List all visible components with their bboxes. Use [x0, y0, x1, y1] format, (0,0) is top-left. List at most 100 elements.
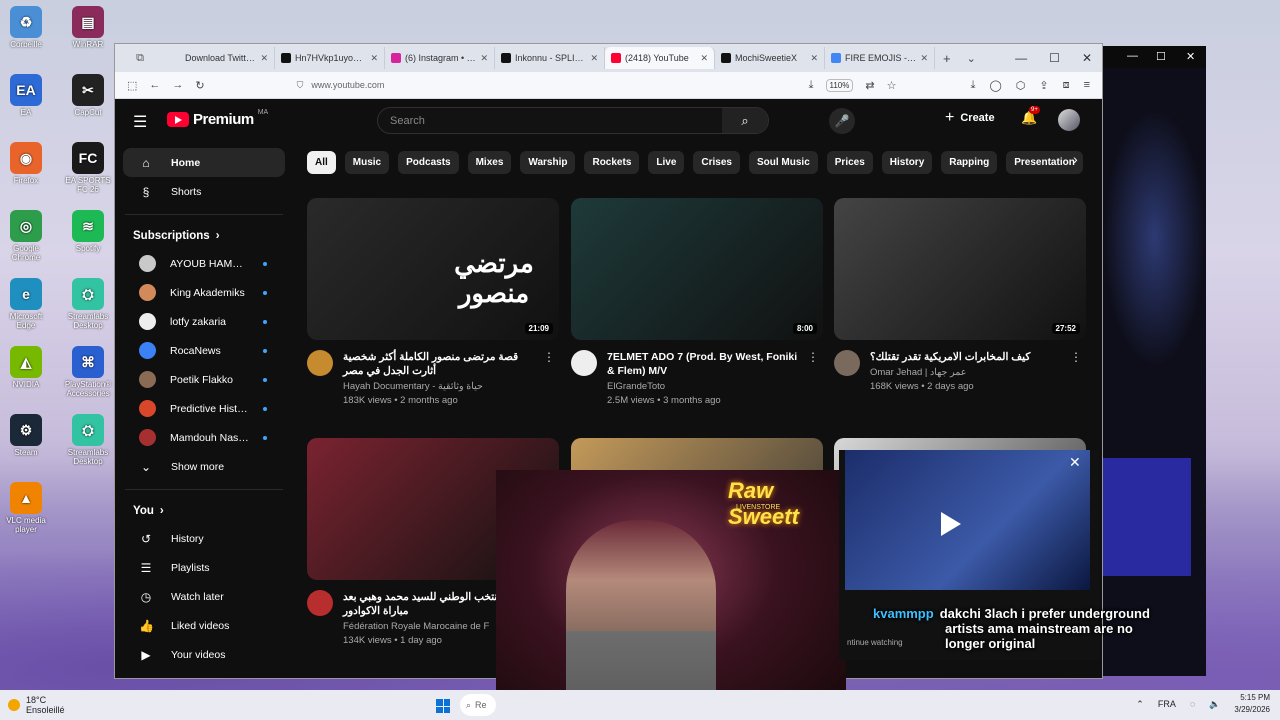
tray-expand-icon[interactable]: ⌃: [1136, 699, 1144, 710]
zoom-level[interactable]: 110%: [825, 78, 854, 92]
browser-tab[interactable]: Hn7HVkp1uyoU3d ✕: [275, 47, 385, 69]
maximize-icon[interactable]: ☐: [1156, 50, 1166, 63]
clock[interactable]: 5:15 PM 3/29/2026: [1234, 692, 1270, 716]
tab-close-icon[interactable]: ✕: [480, 53, 488, 64]
channel-avatar[interactable]: [307, 590, 333, 616]
filter-chip[interactable]: Soul Music: [748, 151, 818, 174]
browser-tab[interactable]: FIRE EMOJIS - بحث ✕: [825, 47, 935, 69]
play-icon[interactable]: [941, 512, 961, 536]
desktop-icon[interactable]: ▤ WinRAR: [62, 6, 114, 49]
video-thumbnail[interactable]: مرتضي منصور 21:09: [307, 198, 559, 340]
browser-tab[interactable]: (2418) YouTube ✕: [605, 47, 715, 69]
filter-chip[interactable]: Presentation: [1006, 151, 1083, 174]
back-icon[interactable]: ←: [149, 79, 160, 91]
desktop-icon[interactable]: ≋ Spotify: [62, 210, 114, 253]
sidebar-item-your-videos[interactable]: ▶ Your videos: [123, 640, 285, 669]
channel-avatar[interactable]: [834, 350, 860, 376]
more-options-icon[interactable]: ⋮: [543, 350, 555, 364]
video-channel[interactable]: ElGrandeToto: [607, 381, 807, 392]
filter-chip[interactable]: Rockets: [584, 151, 640, 174]
close-icon[interactable]: ✕: [1082, 51, 1092, 65]
minimize-icon[interactable]: —: [1127, 50, 1138, 62]
start-button[interactable]: [436, 699, 450, 713]
video-title[interactable]: 7ELMET ADO 7 (Prod. By West, Foniki & Fl…: [607, 350, 807, 378]
tab-close-icon[interactable]: ✕: [260, 53, 268, 64]
extensions-icon[interactable]: ⬡: [1016, 79, 1026, 92]
search-icon[interactable]: ⌕: [722, 108, 768, 133]
filter-chip[interactable]: Rapping: [941, 151, 998, 174]
channel-avatar[interactable]: [571, 350, 597, 376]
taskbar-search[interactable]: ⌕ Re: [460, 694, 496, 716]
maximize-icon[interactable]: ☐: [1049, 51, 1060, 65]
chips-next-icon[interactable]: ›: [1073, 151, 1078, 167]
miniplayer-video[interactable]: [845, 450, 1090, 590]
filter-chip[interactable]: Crises: [693, 151, 740, 174]
desktop-icon[interactable]: ⛭ Streamlabs Desktop: [62, 278, 114, 330]
filter-chip[interactable]: Prices: [826, 151, 873, 174]
account-icon[interactable]: ◯: [989, 79, 1001, 92]
filter-chip[interactable]: Warship: [520, 151, 576, 174]
browser-tab[interactable]: Inkonnu - SPLIT | Ti ✕: [495, 47, 605, 69]
menu-icon[interactable]: ≡: [1084, 79, 1090, 92]
filter-chip[interactable]: Live: [648, 151, 685, 174]
desktop-icon[interactable]: FC EA SPORTS FC 26: [62, 142, 114, 194]
download-page-icon[interactable]: ⤓: [809, 79, 814, 92]
subscription-item[interactable]: Poetik Flakko: [123, 365, 273, 394]
address-bar[interactable]: ⛉ www.youtube.com: [297, 75, 857, 95]
subscription-item[interactable]: King Akademiks: [123, 278, 273, 307]
volume-icon[interactable]: 🔈: [1209, 699, 1220, 710]
channel-avatar[interactable]: [307, 350, 333, 376]
video-title[interactable]: قصة مرتضى منصور الكاملة أكثر شخصية أثارت…: [343, 350, 543, 378]
more-options-icon[interactable]: ⋮: [807, 350, 819, 364]
url-text[interactable]: www.youtube.com: [311, 80, 384, 90]
desktop-icon[interactable]: ⌘ PlayStation® Accessories: [62, 346, 114, 398]
video-card[interactable]: مرتضي منصور 21:09 قصة مرتضى منصور الكاملة …: [307, 198, 559, 406]
sidebar-item-playlists[interactable]: ☰ Playlists: [123, 553, 285, 582]
desktop-icon[interactable]: ◉ Firefox: [0, 142, 52, 185]
browser-tab[interactable]: MochiSweetieX ✕: [715, 47, 825, 69]
desktop-icon[interactable]: EA EA: [0, 74, 52, 117]
forward-icon[interactable]: →: [172, 79, 183, 91]
tab-close-icon[interactable]: ✕: [700, 53, 708, 64]
tab-list-icon[interactable]: ⌄: [967, 52, 976, 65]
microphone-icon[interactable]: 🎤: [829, 108, 855, 134]
browser-tab[interactable]: (6) Instagram • Mes ✕: [385, 47, 495, 69]
more-options-icon[interactable]: ⋮: [1070, 350, 1082, 364]
video-channel[interactable]: Omar Jehad | عمر جهاد: [870, 367, 1070, 378]
language-indicator[interactable]: FRA: [1158, 699, 1176, 709]
video-thumbnail[interactable]: 8:00: [571, 198, 823, 340]
video-channel[interactable]: Hayah Documentary - حياة وثائقية: [343, 381, 543, 392]
account-avatar[interactable]: [1058, 109, 1080, 131]
desktop-icon[interactable]: ⛭ Streamlabs Desktop: [62, 414, 114, 466]
guide-menu-icon[interactable]: ☰: [133, 112, 147, 132]
translate-icon[interactable]: ⇄: [865, 79, 874, 92]
network-icon[interactable]: ◌: [1190, 699, 1195, 709]
sidebar-item-watch-later[interactable]: ◷ Watch later: [123, 582, 285, 611]
tab-close-icon[interactable]: ✕: [590, 53, 598, 64]
sidebar-toggle-icon[interactable]: ⬚: [127, 79, 137, 92]
reload-icon[interactable]: ↻: [195, 79, 204, 92]
subscription-item[interactable]: RocaNews: [123, 336, 273, 365]
tab-close-icon[interactable]: ✕: [920, 53, 928, 64]
subscription-item[interactable]: Mamdouh NasrA...: [123, 423, 273, 452]
minimize-icon[interactable]: —: [1015, 51, 1027, 65]
desktop-icon[interactable]: e Microsoft Edge: [0, 278, 52, 330]
new-tab-icon[interactable]: +: [943, 51, 951, 66]
sidebar-item-history[interactable]: ↺ History: [123, 524, 285, 553]
tab-close-icon[interactable]: ✕: [810, 53, 818, 64]
you-heading[interactable]: You ›: [115, 498, 295, 524]
desktop-icon[interactable]: ◎ Google Chrome: [0, 210, 52, 262]
desktop-icon[interactable]: ♻ Corbeille: [0, 6, 52, 49]
weather-widget[interactable]: 18°C Ensoleillé: [0, 695, 180, 715]
share-icon[interactable]: ⇪: [1039, 79, 1048, 92]
show-more-button[interactable]: ⌄ Show more: [123, 452, 285, 481]
tab-actions-icon[interactable]: ⧉: [115, 52, 165, 65]
create-button[interactable]: + Create: [945, 109, 995, 127]
video-thumbnail[interactable]: 27:52: [834, 198, 1086, 340]
filter-chip[interactable]: History: [881, 151, 933, 174]
desktop-icon[interactable]: ⚙ Steam: [0, 414, 52, 457]
sidebar-item-shorts[interactable]: § Shorts: [123, 177, 285, 206]
search-input[interactable]: [378, 108, 722, 133]
desktop-icon[interactable]: ▲ VLC media player: [0, 482, 52, 534]
video-title[interactable]: كيف المخابرات الامريكية تقدر تقتلك؟: [870, 350, 1070, 364]
